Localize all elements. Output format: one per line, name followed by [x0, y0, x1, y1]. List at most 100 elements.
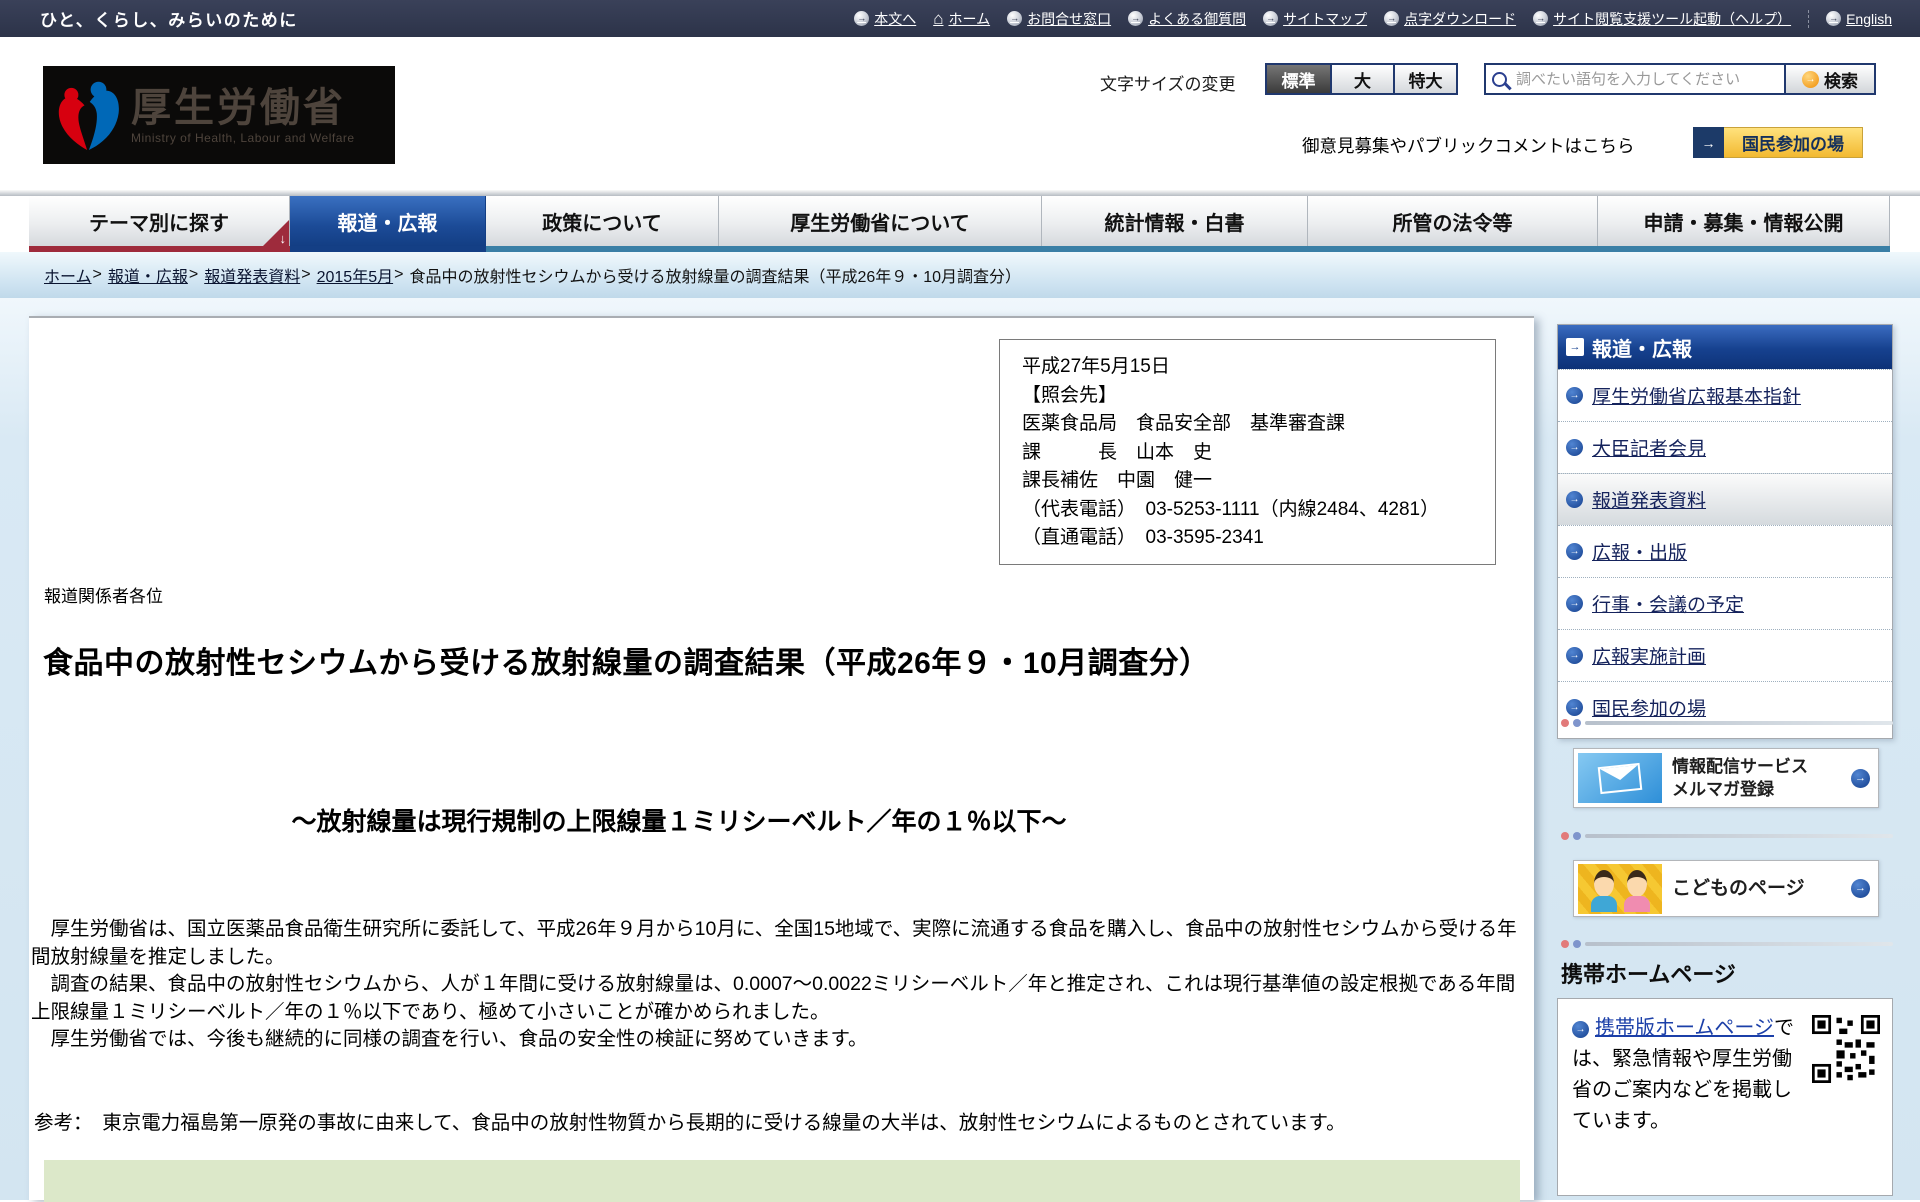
arrow-circle-icon: → — [1826, 11, 1841, 26]
topbar-link-sitemap[interactable]: → サイトマップ — [1263, 9, 1367, 29]
sidebar-item-pr-policy[interactable]: → 厚生労働省広報基本指針 — [1558, 369, 1892, 421]
font-size-large-button[interactable]: 大 — [1330, 65, 1393, 93]
mobile-homepage-heading: 携帯ホームページ — [1561, 957, 1736, 989]
sidebar-item-events-schedule[interactable]: → 行事・会議の予定 — [1558, 577, 1892, 629]
tab-theme-search[interactable]: テーマ別に探す ↓ — [29, 196, 290, 246]
breadcrumb-press-pr[interactable]: 報道・広報 — [108, 263, 188, 287]
contact-heading: 【照会先】 — [1022, 382, 1489, 411]
logo-subtitle: Ministry of Health, Labour and Welfare — [131, 131, 355, 145]
breadcrumb-2015-05[interactable]: 2015年5月 — [317, 263, 394, 287]
arrow-circle-icon: → — [1851, 879, 1870, 898]
nav-tabs: テーマ別に探す ↓ 報道・広報 政策について 厚生労働省について 統計情報・白書… — [29, 196, 1920, 246]
envelope-icon — [1578, 753, 1662, 803]
topbar-link-main-content[interactable]: → 本文へ — [854, 9, 916, 29]
sidebar-item-pr-publications[interactable]: → 広報・出版 — [1558, 525, 1892, 577]
mhlw-logo[interactable]: 厚生労働省 Ministry of Health, Labour and Wel… — [43, 66, 395, 164]
topbar-link-english[interactable]: → English — [1826, 11, 1892, 27]
font-size-standard-button[interactable]: 標準 — [1267, 65, 1330, 93]
arrow-circle-icon: → — [1007, 11, 1022, 26]
arrow-circle-icon: → — [1566, 543, 1583, 560]
topbar-link-contact[interactable]: → お問合せ窓口 — [1007, 9, 1111, 29]
tab-policy[interactable]: 政策について — [486, 196, 719, 246]
arrow-circle-icon: → — [1533, 11, 1548, 26]
arrow-circle-icon: → — [1263, 11, 1278, 26]
topbar-link-accessibility-tool[interactable]: → サイト閲覧支援ツール起動（ヘルプ） — [1533, 9, 1791, 29]
contact-deputy: 課長補佐 中園 健一 — [1022, 467, 1489, 496]
topbar-divider — [1808, 10, 1809, 28]
reference-note: 参考： 東京電力福島第一原発の事故に由来して、食品中の放射性物質から長期的に受け… — [34, 1106, 1532, 1135]
page-subtitle: ～放射線量は現行規制の上限線量１ミリシーベルト／年の１％以下～ — [29, 802, 1329, 838]
arrow-circle-icon: → — [1572, 1021, 1589, 1038]
topbar-link-braille-download[interactable]: → 点字ダウンロード — [1384, 9, 1516, 29]
salutation: 報道関係者各位 — [44, 582, 163, 607]
chevron-down-icon: ↓ — [280, 231, 287, 246]
search-button[interactable]: → 検索 — [1786, 63, 1876, 95]
mhlw-logo-mark-icon — [53, 77, 123, 153]
arrow-circle-icon: → — [1384, 11, 1399, 26]
site-search: → 検索 — [1484, 63, 1876, 95]
contact-director: 課 長 山本 史 — [1022, 439, 1489, 468]
arrow-square-icon: → — [1566, 338, 1584, 356]
kids-page-banner[interactable]: こどものページ → — [1573, 860, 1879, 917]
global-nav: テーマ別に探す ↓ 報道・広報 政策について 厚生労働省について 統計情報・白書… — [0, 190, 1920, 252]
logo-title: 厚生労働省 — [131, 86, 355, 130]
search-input[interactable] — [1514, 70, 1778, 89]
tab-laws[interactable]: 所管の法令等 — [1308, 196, 1598, 246]
contact-phone-direct: （直通電話） 03-3595-2341 — [1022, 524, 1489, 553]
tab-statistics[interactable]: 統計情報・白書 — [1042, 196, 1308, 246]
topbar-link-home[interactable]: ⌂ ホーム — [933, 9, 990, 29]
qr-code — [1812, 1015, 1880, 1083]
arrow-circle-icon: → — [1566, 387, 1583, 404]
public-comment-text: 御意見募集やパブリックコメントはこちら — [1302, 133, 1635, 158]
topbar-links: → 本文へ ⌂ ホーム → お問合せ窓口 → よくある御質問 → サイトマップ … — [854, 9, 1892, 29]
page-title: 食品中の放射性セシウムから受ける放射線量の調査結果（平成26年９・10月調査分） — [43, 638, 1523, 682]
paragraph-3: 厚生労働省では、今後も継続的に同様の調査を行い、食品の安全性の検証に努めていきま… — [31, 1026, 1532, 1054]
tab-press-pr[interactable]: 報道・広報 — [290, 196, 486, 246]
public-participation-button[interactable]: → 国民参加の場 — [1693, 127, 1863, 158]
search-icon — [1492, 72, 1507, 87]
mailmagazine-banner[interactable]: 情報配信サービス メルマガ登録 → — [1573, 748, 1879, 808]
release-date: 平成27年5月15日 — [1022, 353, 1489, 382]
topbar: ひと、くらし、みらいのために → 本文へ ⌂ ホーム → お問合せ窓口 → よく… — [0, 0, 1920, 37]
search-box — [1484, 63, 1786, 95]
arrow-circle-icon: → — [1128, 11, 1143, 26]
arrow-circle-icon: → — [1566, 699, 1583, 716]
sidebar-item-minister-press-conference[interactable]: → 大臣記者会見 — [1558, 421, 1892, 473]
breadcrumb-current: 食品中の放射性セシウムから受ける放射線量の調査結果（平成26年９・10月調査分） — [409, 263, 1021, 287]
kids-icon — [1578, 864, 1662, 914]
sidebar-menu-header: → 報道・広報 — [1558, 325, 1892, 369]
contact-phone-main: （代表電話） 03-5253-1111（内線2484、4281） — [1022, 496, 1489, 525]
arrow-circle-icon: → — [1566, 647, 1583, 664]
arrow-circle-icon: → — [1566, 595, 1583, 612]
paragraph-1: 厚生労働省は、国立医薬品食品衛生研究所に委託して、平成26年９月から10月に、全… — [31, 916, 1532, 971]
arrow-square-icon: → — [1693, 127, 1724, 158]
font-size-xlarge-button[interactable]: 特大 — [1393, 65, 1456, 93]
arrow-circle-icon: → — [854, 11, 869, 26]
tab-about-mhlw[interactable]: 厚生労働省について — [719, 196, 1042, 246]
mobile-homepage-box: →携帯版ホームページでは、緊急情報や厚生労働省のご案内などを掲載しています。 — [1557, 998, 1893, 1196]
topbar-link-faq[interactable]: → よくある御質問 — [1128, 9, 1246, 29]
site-tagline: ひと、くらし、みらいのために — [40, 6, 298, 31]
arrow-circle-icon: → — [1566, 491, 1583, 508]
font-size-switcher: 標準 大 特大 — [1265, 63, 1458, 95]
arrow-circle-icon: → — [1851, 769, 1870, 788]
arrow-circle-icon: → — [1566, 439, 1583, 456]
summary-table-header-band — [44, 1160, 1520, 1202]
sidebar-separator — [1561, 831, 1893, 840]
font-size-label: 文字サイズの変更 — [1100, 70, 1236, 95]
main-content-panel: 平成27年5月15日 【照会先】 医薬食品局 食品安全部 基準審査課 課 長 山… — [29, 316, 1534, 1200]
sidebar-item-press-releases[interactable]: → 報道発表資料 — [1558, 473, 1892, 525]
sidebar-item-pr-plan[interactable]: → 広報実施計画 — [1558, 629, 1892, 681]
tab-applications[interactable]: 申請・募集・情報公開 — [1598, 196, 1890, 246]
breadcrumb-home[interactable]: ホーム — [44, 263, 92, 287]
sidebar-press-menu: → 報道・広報 → 厚生労働省広報基本指針 → 大臣記者会見 → 報道発表資料 … — [1557, 324, 1893, 739]
breadcrumb-press-releases[interactable]: 報道発表資料 — [204, 263, 300, 287]
body-text: 厚生労働省は、国立医薬品食品衛生研究所に委託して、平成26年９月から10月に、全… — [31, 916, 1532, 1054]
arrow-circle-icon: → — [1802, 71, 1819, 88]
sidebar-separator — [1561, 718, 1893, 727]
paragraph-2: 調査の結果、食品中の放射性セシウムから、人が１年間に受ける放射線量は、0.000… — [31, 971, 1532, 1026]
breadcrumb: ホーム > 報道・広報 > 報道発表資料 > 2015年5月 > 食品中の放射性… — [0, 252, 1920, 298]
mobile-homepage-link[interactable]: 携帯版ホームページ — [1595, 1017, 1774, 1039]
home-icon: ⌂ — [933, 11, 943, 26]
contact-bureau: 医薬食品局 食品安全部 基準審査課 — [1022, 410, 1489, 439]
